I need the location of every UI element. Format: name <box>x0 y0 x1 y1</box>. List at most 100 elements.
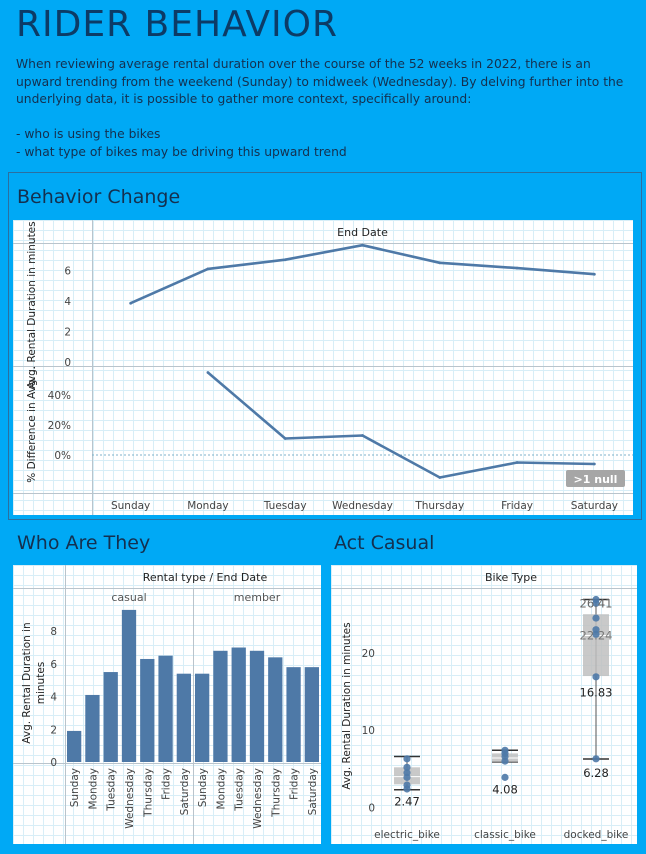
group-label-casual: casual <box>111 591 146 604</box>
x-tick-label: Thursday <box>270 768 282 818</box>
x-tick-label: Wednesday <box>252 768 264 829</box>
bar-casual-saturday <box>176 673 191 762</box>
data-point <box>283 258 287 262</box>
x-tick-label: Monday <box>215 768 227 809</box>
act-casual-title: Act Casual <box>334 532 435 554</box>
data-label-docked-max: 26.41 <box>580 596 613 610</box>
point-docked_bike <box>592 614 600 622</box>
x-tick-label: classic_bike <box>474 829 536 841</box>
point-docked_bike <box>592 755 600 763</box>
act-casual-chart[interactable]: Bike Type Avg. Rental Duration in minutes… <box>331 565 637 844</box>
bar-member-saturday <box>304 667 319 762</box>
y-tick-label: 2 <box>50 724 57 736</box>
data-label-docked-median: 22.24 <box>580 629 613 643</box>
x-tick-label: Sunday <box>197 768 209 807</box>
intro-bullet-who: - who is using the bikes <box>16 127 161 142</box>
bar-member-thursday <box>268 657 283 762</box>
x-tick-label: Sunday <box>69 768 81 807</box>
who-are-they-chart[interactable]: Rental type / End Date casual member Avg. R… <box>13 565 321 844</box>
page-title: RIDER BEHAVIOR <box>16 4 338 45</box>
y-axis-label-1: Avg. Rental Duration in minutes <box>26 221 38 388</box>
x-tick-label: Wednesday <box>332 500 393 512</box>
x-tick-label: Tuesday <box>106 768 118 812</box>
data-label-docked-q1: 16.83 <box>580 685 613 699</box>
act-casual-svg[interactable]: Bike Type Avg. Rental Duration in minutes… <box>331 565 637 844</box>
box-docked_bike <box>583 614 609 677</box>
y-tick-label: 6 <box>64 265 71 277</box>
data-point <box>361 434 364 437</box>
null-indicator-label: >1 null <box>574 473 618 486</box>
behavior-change-chart[interactable]: End Date Avg. Rental Duration in minutes 0… <box>13 220 633 515</box>
data-point <box>592 462 596 466</box>
data-point <box>361 243 364 247</box>
behavior-change-svg[interactable]: End Date Avg. Rental Duration in minutes 0… <box>13 220 633 515</box>
bar-casual-tuesday <box>103 672 118 762</box>
bar-casual-wednesday <box>121 609 137 762</box>
data-label-classic-bike: 4.08 <box>492 782 518 796</box>
x-tick-label: Monday <box>187 500 228 512</box>
x-tick-label: Tuesday <box>263 500 307 512</box>
y-tick-label: 2 <box>64 326 71 338</box>
data-point <box>129 301 133 305</box>
chart-header: End Date <box>337 226 388 239</box>
bar-casual-sunday <box>67 730 82 762</box>
intro-text: When reviewing average rental duration o… <box>16 56 632 162</box>
point-electric_bike <box>403 781 411 789</box>
y-tick-label: 0 <box>50 757 57 769</box>
y-tick-label: 8 <box>50 626 57 638</box>
y-tick-label: 0 <box>64 357 71 369</box>
who-are-they-title: Who Are They <box>17 532 151 554</box>
y-tick-label: 10 <box>362 725 375 737</box>
bar-member-sunday <box>195 673 210 762</box>
x-tick-label: Thursday <box>142 768 154 818</box>
data-point <box>283 437 287 440</box>
y-axis-label-line-2: minutes <box>35 662 47 705</box>
bar-casual-thursday <box>140 658 155 762</box>
y-tick-label: 4 <box>50 692 57 704</box>
y-tick-label: 0% <box>54 450 71 462</box>
point-classic_bike <box>501 746 509 754</box>
bar-member-tuesday <box>231 647 246 762</box>
x-tick-label: Thursday <box>414 500 464 512</box>
point-classic_bike <box>501 773 509 781</box>
data-point <box>206 267 210 271</box>
data-label-docked-min: 6.28 <box>583 766 609 780</box>
intro-bullet-what: - what type of bikes may be driving this… <box>16 144 347 159</box>
series-line-2 <box>207 371 595 479</box>
point-electric_bike <box>403 755 411 763</box>
y-tick-label: 20% <box>48 420 71 432</box>
point-electric_bike <box>403 763 411 771</box>
y-tick-label: 4 <box>64 296 71 308</box>
y-tick-label: 40% <box>48 390 71 402</box>
series-line-1 <box>130 243 595 305</box>
intro-paragraph: When reviewing average rental duration o… <box>16 57 624 107</box>
data-label-electric-bike: 2.47 <box>394 795 420 809</box>
chart-header: Rental type / End Date <box>143 571 268 584</box>
behavior-change-title: Behavior Change <box>17 186 181 208</box>
x-tick-label: Tuesday <box>234 768 246 812</box>
y-axis-label: Avg. Rental Duration in minutes <box>341 622 353 789</box>
x-tick-label: Friday <box>501 500 533 512</box>
x-tick-label: Wednesday <box>124 768 136 829</box>
y-axis-label-2: % Difference in Avg. .. <box>26 366 38 483</box>
x-tick-label: Saturday <box>179 768 191 815</box>
x-tick-label: electric_bike <box>374 829 440 841</box>
y-tick-label: 0 <box>368 803 375 815</box>
x-tick-label: Monday <box>87 768 99 809</box>
bar-casual-monday <box>85 694 100 762</box>
bar-casual-friday <box>158 655 173 762</box>
x-tick-label: docked_bike <box>564 829 629 841</box>
group-label-member: member <box>234 591 281 604</box>
x-tick-label: Friday <box>289 768 301 800</box>
x-tick-label: Friday <box>161 768 173 800</box>
data-point <box>515 266 519 270</box>
data-point <box>515 461 519 464</box>
bar-member-monday <box>213 650 228 762</box>
who-are-they-svg[interactable]: Rental type / End Date casual member Avg. R… <box>13 565 321 844</box>
bar-member-wednesday <box>249 650 265 762</box>
x-tick-label: Saturday <box>571 500 618 512</box>
y-axis-label-line-1: Avg. Rental Duration in <box>21 622 33 743</box>
x-tick-label: Sunday <box>111 500 150 512</box>
y-tick-label: 6 <box>50 659 57 671</box>
data-point <box>438 476 442 479</box>
